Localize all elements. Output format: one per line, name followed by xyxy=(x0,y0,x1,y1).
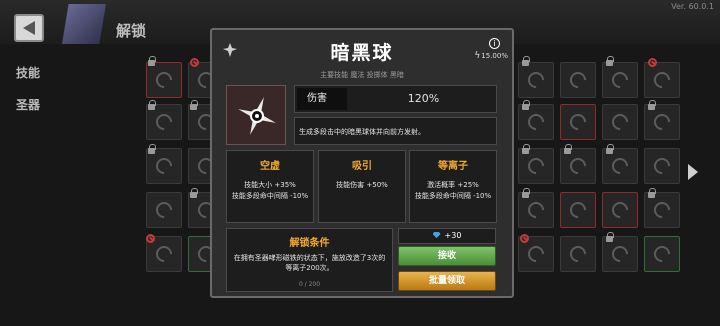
skill-description: 生成多段击中的暗黑球体并向前方发射。 xyxy=(294,117,497,145)
version-label: Ver. 60.0.1 xyxy=(671,2,714,11)
skill-cell[interactable] xyxy=(602,104,638,140)
ban-icon xyxy=(648,58,657,67)
skill-cell[interactable] xyxy=(602,62,638,98)
skill-icon xyxy=(152,198,176,222)
skill-icon xyxy=(152,242,176,266)
skill-icon xyxy=(608,110,632,134)
skill-icon xyxy=(608,242,632,266)
skill-cell[interactable] xyxy=(644,236,680,272)
lock-icon xyxy=(648,188,656,198)
ban-icon xyxy=(146,234,155,243)
gem-icon xyxy=(432,232,441,238)
skill-tags: 主要技能 魔法 投掷体 黑暗 xyxy=(320,71,404,79)
rate-value: 15.00% xyxy=(481,52,508,60)
skill-cell[interactable] xyxy=(560,192,596,228)
skill-icon xyxy=(608,154,632,178)
skill-cell[interactable] xyxy=(518,62,554,98)
mod-name: 空虚 xyxy=(260,161,280,172)
skill-icon xyxy=(650,68,674,92)
hero-portrait xyxy=(62,4,106,44)
damage-label: 伤害 xyxy=(297,88,347,110)
lock-icon xyxy=(522,188,530,198)
skill-icon xyxy=(524,154,548,178)
skill-cell[interactable] xyxy=(560,236,596,272)
lock-icon xyxy=(522,56,530,66)
skill-icon xyxy=(650,242,674,266)
skill-title: 暗黑球 xyxy=(330,42,394,64)
mod-card-plasma[interactable]: 等离子 激活概率 +25% 技能多段命中间隔 -10% xyxy=(409,150,497,223)
mod-effect: 技能多段命中间隔 -10% xyxy=(231,192,309,200)
reward-chip: +30 xyxy=(398,228,496,244)
lock-icon xyxy=(522,100,530,110)
skill-icon xyxy=(608,68,632,92)
mod-name: 吸引 xyxy=(352,161,372,172)
skill-icon xyxy=(650,154,674,178)
skill-icon xyxy=(152,154,176,178)
tab-relics[interactable]: 圣器 xyxy=(16,96,40,113)
damage-value: 120% xyxy=(407,92,440,105)
skill-icon xyxy=(566,198,590,222)
skill-icon xyxy=(524,198,548,222)
lock-icon xyxy=(606,232,614,242)
mod-card-attract[interactable]: 吸引 技能伤害 +50% xyxy=(318,150,406,223)
skill-cell[interactable] xyxy=(644,62,680,98)
lock-icon xyxy=(522,144,530,154)
skill-cell[interactable] xyxy=(560,62,596,98)
skill-cell[interactable] xyxy=(560,104,596,140)
reward-amount: +30 xyxy=(444,231,462,240)
unlock-condition: 解锁条件 在拥有圣器哮形磁铁的状态下，施放改造了3次的等离子200次。 0 / … xyxy=(226,228,393,292)
dark-orb-icon xyxy=(226,85,286,145)
skill-icon xyxy=(524,110,548,134)
damage-row: 伤害 120% xyxy=(294,85,497,113)
back-button[interactable] xyxy=(14,14,44,42)
lock-icon xyxy=(190,188,198,198)
unlock-progress: 0 / 200 xyxy=(298,281,321,288)
lock-icon xyxy=(190,100,198,110)
skill-detail-modal: 暗黑球 i ϟ15.00% 主要技能 魔法 投掷体 黑暗 伤害 120% 生成多… xyxy=(210,28,514,298)
lock-icon xyxy=(606,56,614,66)
skill-cell[interactable] xyxy=(146,62,182,98)
skill-icon xyxy=(152,110,176,134)
ban-icon xyxy=(190,58,199,67)
bolt-icon: ϟ xyxy=(474,51,481,61)
mod-name: 等离子 xyxy=(438,161,468,172)
unlock-title: 解锁条件 xyxy=(289,238,330,249)
mod-effect: 技能多段命中间隔 -10% xyxy=(414,192,492,200)
skill-icon xyxy=(524,242,548,266)
lock-icon xyxy=(148,100,156,110)
activation-rate: ϟ15.00% xyxy=(474,51,508,61)
skill-icon xyxy=(566,68,590,92)
claim-button[interactable]: 接收 xyxy=(398,246,496,266)
next-page-arrow[interactable] xyxy=(688,164,698,180)
unlock-text: 在拥有圣器哮形磁铁的状态下，施放改造了3次的等离子200次。 xyxy=(233,254,386,272)
lock-icon xyxy=(148,144,156,154)
batch-claim-button[interactable]: 批量领取 xyxy=(398,271,496,291)
mod-effect: 激活概率 +25% xyxy=(427,181,479,189)
mod-effect: 技能伤害 +50% xyxy=(336,181,388,189)
skill-icon xyxy=(566,154,590,178)
skill-cell[interactable] xyxy=(602,192,638,228)
skill-icon xyxy=(650,198,674,222)
lock-icon xyxy=(606,144,614,154)
skill-icon xyxy=(566,242,590,266)
lock-icon xyxy=(148,56,156,66)
skill-icon xyxy=(152,68,176,92)
skill-cell[interactable] xyxy=(146,192,182,228)
skill-cell[interactable] xyxy=(644,148,680,184)
skill-icon xyxy=(608,198,632,222)
lock-icon xyxy=(648,100,656,110)
ban-icon xyxy=(520,234,529,243)
tab-skills[interactable]: 技能 xyxy=(16,64,40,81)
info-icon[interactable]: i xyxy=(489,38,500,49)
page-title: 解锁 xyxy=(116,22,147,40)
skill-icon xyxy=(566,110,590,134)
mod-card-void[interactable]: 空虚 技能大小 +35% 技能多段命中间隔 -10% xyxy=(226,150,314,223)
mod-effect: 技能大小 +35% xyxy=(244,181,296,189)
skill-icon xyxy=(650,110,674,134)
lock-icon xyxy=(564,144,572,154)
skill-icon xyxy=(524,68,548,92)
